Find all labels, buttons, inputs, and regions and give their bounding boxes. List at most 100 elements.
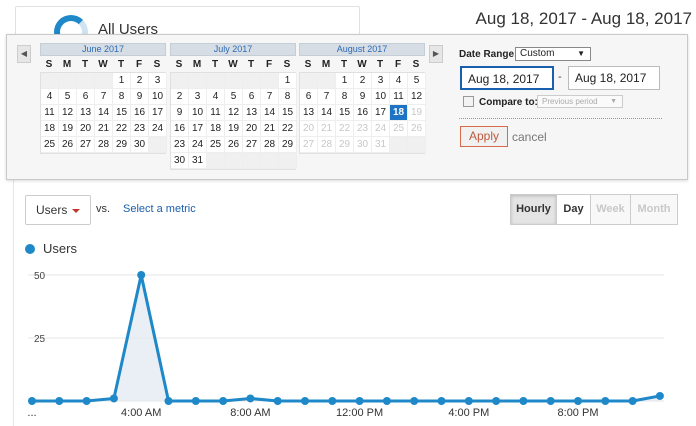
calendar-day[interactable]: 18	[390, 105, 408, 121]
calendar-day[interactable]: 21	[261, 121, 279, 137]
calendar-day[interactable]: 27	[300, 137, 318, 153]
calendar-day[interactable]: 11	[207, 105, 225, 121]
calendar-day[interactable]: 9	[131, 89, 149, 105]
calendar-day[interactable]: 19	[408, 105, 426, 121]
data-point[interactable]	[191, 397, 200, 405]
calendar-day[interactable]: 5	[59, 89, 77, 105]
calendar-day[interactable]: 8	[113, 89, 131, 105]
calendar-day[interactable]: 29	[336, 137, 354, 153]
granularity-month-button[interactable]: Month	[631, 195, 677, 224]
calendar-day[interactable]: 4	[41, 89, 59, 105]
calendar-day[interactable]: 16	[171, 121, 189, 137]
select-metric-link[interactable]: Select a metric	[123, 203, 196, 215]
calendar-day[interactable]: 16	[131, 105, 149, 121]
granularity-week-button[interactable]: Week	[591, 195, 631, 224]
next-month-arrow-icon[interactable]: ▶	[429, 45, 443, 63]
calendar-day[interactable]: 10	[189, 105, 207, 121]
calendar-day[interactable]: 1	[279, 73, 297, 89]
calendar-day[interactable]: 4	[390, 73, 408, 89]
calendar-day[interactable]: 29	[113, 137, 131, 153]
calendar-day[interactable]: 12	[225, 105, 243, 121]
calendar-day[interactable]: 6	[77, 89, 95, 105]
prev-month-arrow-icon[interactable]: ◀	[17, 45, 31, 63]
data-point[interactable]	[273, 397, 282, 405]
calendar-day[interactable]: 26	[408, 121, 426, 137]
date-range-display[interactable]: Aug 18, 2017 - Aug 18, 2017	[476, 9, 692, 29]
calendar-day[interactable]: 1	[336, 73, 354, 89]
calendar-day[interactable]: 11	[390, 89, 408, 105]
calendar-day[interactable]: 20	[243, 121, 261, 137]
calendar-day[interactable]: 23	[131, 121, 149, 137]
compare-select[interactable]: Previous period ▼	[537, 95, 623, 108]
calendar-day[interactable]: 6	[300, 89, 318, 105]
end-date-input[interactable]: Aug 18, 2017	[568, 66, 660, 90]
calendar-day[interactable]: 28	[95, 137, 113, 153]
data-point[interactable]	[55, 397, 64, 405]
calendar-day[interactable]: 20	[300, 121, 318, 137]
data-point[interactable]	[492, 397, 501, 405]
date-range-select[interactable]: Custom ▼	[515, 47, 591, 61]
calendar-day[interactable]: 18	[207, 121, 225, 137]
data-point[interactable]	[28, 397, 36, 405]
calendar-day[interactable]: 3	[372, 73, 390, 89]
data-point[interactable]	[109, 394, 118, 403]
calendar-day[interactable]: 1	[113, 73, 131, 89]
data-point[interactable]	[410, 397, 419, 405]
data-point[interactable]	[519, 397, 528, 405]
calendar-month-title[interactable]: June 2017	[40, 43, 166, 56]
calendar-day[interactable]: 12	[59, 105, 77, 121]
calendar-day[interactable]: 27	[243, 137, 261, 153]
data-point[interactable]	[601, 397, 610, 405]
calendar-day[interactable]: 13	[77, 105, 95, 121]
calendar-day[interactable]: 5	[408, 73, 426, 89]
calendar-day[interactable]: 5	[225, 89, 243, 105]
cancel-link[interactable]: cancel	[512, 130, 547, 144]
calendar-day[interactable]: 28	[318, 137, 336, 153]
start-date-input[interactable]: Aug 18, 2017	[460, 66, 554, 90]
calendar-day[interactable]: 11	[41, 105, 59, 121]
calendar-day[interactable]: 24	[149, 121, 167, 137]
calendar-day[interactable]: 25	[207, 137, 225, 153]
data-point[interactable]	[82, 397, 91, 405]
calendar-day[interactable]: 7	[318, 89, 336, 105]
calendar-day[interactable]: 28	[261, 137, 279, 153]
calendar-day[interactable]: 2	[354, 73, 372, 89]
calendar-day[interactable]: 17	[149, 105, 167, 121]
calendar-day[interactable]: 13	[243, 105, 261, 121]
calendar-day[interactable]: 14	[318, 105, 336, 121]
calendar-day[interactable]: 24	[189, 137, 207, 153]
calendar-day[interactable]: 30	[131, 137, 149, 153]
data-point[interactable]	[301, 397, 309, 405]
calendar-day[interactable]: 7	[261, 89, 279, 105]
calendar-day[interactable]: 19	[225, 121, 243, 137]
calendar-day[interactable]: 9	[171, 105, 189, 121]
calendar-day[interactable]: 15	[113, 105, 131, 121]
calendar-day[interactable]: 6	[243, 89, 261, 105]
calendar-day[interactable]: 23	[354, 121, 372, 137]
calendar-day[interactable]: 3	[149, 73, 167, 89]
data-point[interactable]	[628, 397, 637, 405]
granularity-hourly-button[interactable]: Hourly	[511, 195, 557, 224]
calendar-day[interactable]: 25	[41, 137, 59, 153]
calendar-day[interactable]: 24	[372, 121, 390, 137]
calendar-day[interactable]: 15	[279, 105, 297, 121]
calendar-day[interactable]: 13	[300, 105, 318, 121]
calendar-day[interactable]: 30	[354, 137, 372, 153]
calendar-day[interactable]: 12	[408, 89, 426, 105]
calendar-day[interactable]: 16	[354, 105, 372, 121]
data-point[interactable]	[464, 397, 473, 405]
calendar-day[interactable]: 21	[318, 121, 336, 137]
data-point[interactable]	[355, 397, 364, 405]
calendar-day[interactable]: 8	[279, 89, 297, 105]
calendar-day[interactable]: 15	[336, 105, 354, 121]
apply-button[interactable]: Apply	[460, 126, 508, 147]
calendar-month-title[interactable]: August 2017	[299, 43, 425, 56]
data-point[interactable]	[574, 397, 582, 405]
calendar-day[interactable]: 31	[189, 153, 207, 169]
calendar-day[interactable]: 8	[336, 89, 354, 105]
calendar-day[interactable]: 17	[372, 105, 390, 121]
calendar-day[interactable]: 4	[207, 89, 225, 105]
calendar-day[interactable]: 3	[189, 89, 207, 105]
calendar-day[interactable]: 14	[95, 105, 113, 121]
calendar-day[interactable]: 27	[77, 137, 95, 153]
